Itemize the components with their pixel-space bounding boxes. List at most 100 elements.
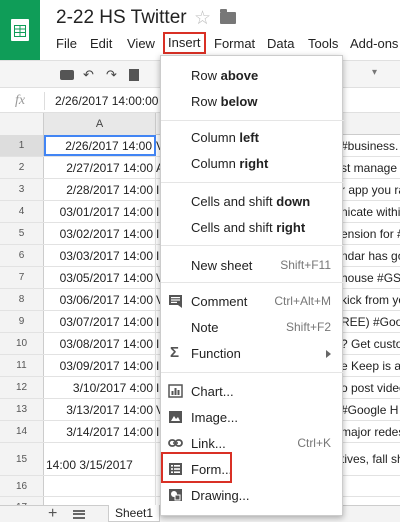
cell-a[interactable]: 3/13/2017 14:00 — [44, 399, 156, 420]
sheets-app: 2-22 HS Twitter ☆ File Edit View Insert … — [0, 0, 400, 522]
submenu-arrow-icon — [326, 350, 331, 358]
menu-divider — [161, 282, 344, 283]
sheet-tab[interactable]: Sheet1 — [108, 505, 160, 522]
row-header[interactable]: 3 — [0, 179, 44, 200]
sheet-list-icon[interactable] — [73, 510, 85, 519]
insert-menu: Row above Row below Column left Column r… — [160, 55, 344, 516]
cell-a[interactable]: 03/01/2017 14:00 — [44, 201, 156, 222]
menu-addons[interactable]: Add-ons — [350, 36, 398, 51]
insert-row-above[interactable]: Row above — [161, 63, 344, 87]
formula-input[interactable]: 2/26/2017 14:00:00 — [55, 94, 158, 108]
cell-a[interactable]: 2/28/2017 14:00 — [44, 179, 156, 200]
cell-b[interactable]: ension for # — [341, 223, 400, 244]
dropdown-arrow-icon[interactable]: ▾ — [372, 67, 377, 78]
row-header[interactable]: 6 — [0, 245, 44, 266]
cell-b[interactable]: #Google H — [341, 399, 400, 420]
sigma-icon: Σ — [170, 344, 180, 361]
insert-function[interactable]: Σ Function — [161, 341, 344, 365]
menu-insert[interactable]: Insert — [163, 32, 206, 54]
cell-b[interactable]: ? Get custo — [341, 333, 400, 354]
cell-b[interactable]: tives, fall sh — [341, 443, 400, 475]
row-header[interactable]: 1 — [0, 135, 44, 156]
shortcut-label: Shift+F2 — [285, 320, 331, 334]
insert-new-sheet[interactable]: New sheet Shift+F11 — [161, 253, 344, 277]
row-header[interactable]: 8 — [0, 289, 44, 310]
cell-a[interactable]: 2/27/2017 14:00 — [44, 157, 156, 178]
cell-a[interactable]: 03/06/2017 14:00 — [44, 289, 156, 310]
cell-a[interactable]: 03/08/2017 14:00 — [44, 333, 156, 354]
menu-divider — [161, 182, 344, 183]
insert-note[interactable]: Note Shift+F2 — [161, 315, 344, 339]
row-header[interactable]: 7 — [0, 267, 44, 288]
folder-icon[interactable] — [220, 9, 236, 24]
row-header[interactable]: 11 — [0, 355, 44, 376]
fx-icon: fx — [15, 93, 26, 108]
cell-b[interactable]: ndar has go — [341, 245, 400, 266]
insert-row-below[interactable]: Row below — [161, 89, 344, 113]
cell-a[interactable]: 03/05/2017 14:00 — [44, 267, 156, 288]
cell-a[interactable]: 03/09/2017 14:00 — [44, 355, 156, 376]
cell-a[interactable]: 3/10/2017 4:00 — [44, 377, 156, 398]
cell-b[interactable]: nicate withi — [341, 201, 400, 222]
cell-a[interactable] — [44, 476, 156, 496]
cell-b[interactable]: o post video — [341, 377, 400, 398]
row-header[interactable]: 9 — [0, 311, 44, 332]
cell-a[interactable]: 03/03/2017 14:00 — [44, 245, 156, 266]
cell-b[interactable]: #business. — [341, 135, 400, 156]
cell-a[interactable]: 03/07/2017 14:00 — [44, 311, 156, 332]
insert-drawing[interactable]: Drawing... — [161, 483, 344, 507]
menu-file[interactable]: File — [56, 36, 77, 51]
sheets-logo[interactable] — [0, 0, 40, 60]
cell-a[interactable]: 14:00 3/15/2017 — [44, 443, 156, 475]
row-header[interactable]: 2 — [0, 157, 44, 178]
row-header[interactable]: 13 — [0, 399, 44, 420]
row-header[interactable]: 14 — [0, 421, 44, 442]
row-header[interactable]: 4 — [0, 201, 44, 222]
insert-cells-shift-right[interactable]: Cells and shift right — [161, 215, 344, 239]
select-all-corner[interactable] — [0, 113, 44, 135]
insert-column-left[interactable]: Column left — [161, 125, 344, 149]
insert-column-right[interactable]: Column right — [161, 151, 344, 175]
row-header[interactable]: 10 — [0, 333, 44, 354]
row-header[interactable]: 12 — [0, 377, 44, 398]
row-header[interactable]: 16 — [0, 476, 44, 496]
cell-a[interactable]: 2/26/2017 14:00 — [44, 135, 156, 156]
chart-icon — [168, 384, 183, 398]
document-title[interactable]: 2-22 HS Twitter — [56, 7, 187, 29]
cell-b[interactable]: major redesi — [341, 421, 400, 442]
shortcut-label: Ctrl+K — [297, 436, 331, 450]
row-header[interactable]: 5 — [0, 223, 44, 244]
cell-b[interactable]: r app you ra — [341, 179, 400, 200]
menu-edit[interactable]: Edit — [90, 36, 112, 51]
insert-image[interactable]: Image... — [161, 405, 344, 429]
menu-tools[interactable]: Tools — [308, 36, 338, 51]
cell-a[interactable]: 3/14/2017 14:00 — [44, 421, 156, 442]
cell-b[interactable] — [341, 476, 400, 496]
shortcut-label: Shift+F11 — [280, 258, 331, 272]
cell-b[interactable]: kick from yo — [341, 289, 400, 310]
paint-format-icon[interactable] — [129, 69, 139, 81]
sheets-logo-icon — [11, 19, 29, 41]
star-icon[interactable]: ☆ — [194, 7, 211, 30]
insert-comment[interactable]: Comment Ctrl+Alt+M — [161, 289, 344, 313]
column-header-a[interactable]: A — [44, 113, 156, 135]
insert-cells-shift-down[interactable]: Cells and shift down — [161, 189, 344, 213]
redo-icon[interactable]: ↷ — [106, 67, 117, 83]
menu-data[interactable]: Data — [267, 36, 294, 51]
menu-view[interactable]: View — [127, 36, 155, 51]
cell-b[interactable]: REE) #Goo — [341, 311, 400, 332]
row-header[interactable]: 15 — [0, 443, 44, 475]
print-icon[interactable] — [60, 70, 74, 80]
add-sheet-icon[interactable]: + — [48, 505, 57, 522]
cell-b[interactable]: house #GS — [341, 267, 400, 288]
formula-divider — [44, 92, 45, 110]
insert-chart[interactable]: Chart... — [161, 379, 344, 403]
undo-icon[interactable]: ↶ — [83, 67, 94, 83]
cell-b[interactable]: e Keep is a — [341, 355, 400, 376]
cell-a[interactable]: 03/02/2017 14:00 — [44, 223, 156, 244]
drawing-icon — [169, 489, 182, 501]
cell-b[interactable]: st manage — [341, 157, 400, 178]
menu-divider — [161, 245, 344, 246]
menu-format[interactable]: Format — [214, 36, 255, 51]
image-icon — [169, 411, 182, 423]
